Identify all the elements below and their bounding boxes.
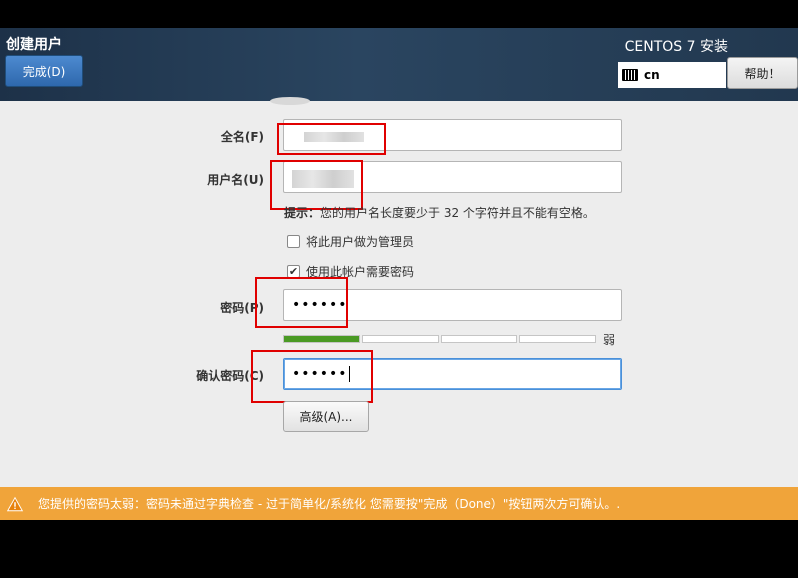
admin-checkbox-row[interactable]: 将此用户做为管理员 (287, 233, 414, 250)
confirm-password-label: 确认密码(C) (196, 369, 264, 383)
admin-checkbox[interactable] (287, 235, 300, 248)
page-title: 创建用户 (6, 37, 62, 53)
strength-segment (440, 335, 518, 343)
strength-label: 弱 (603, 333, 616, 347)
admin-checkbox-label: 将此用户做为管理员 (306, 235, 415, 249)
done-button[interactable]: 完成(D) (5, 55, 83, 87)
text-cursor (348, 366, 350, 382)
username-label: 用户名(U) (207, 173, 264, 187)
password-label: 密码(P) (220, 301, 264, 315)
avatar (270, 97, 310, 105)
username-field[interactable] (283, 161, 622, 193)
fullname-label: 全名(F) (220, 130, 264, 144)
strength-segment (361, 335, 439, 343)
advanced-button[interactable]: 高级(A)... (283, 401, 369, 432)
keyboard-layout-indicator[interactable]: cn (618, 62, 726, 88)
hint-text: 您的用户名长度要少于 32 个字符并且不能有空格。 (320, 206, 595, 220)
password-field[interactable]: •••••• (283, 289, 622, 321)
product-title: CENTOS 7 安装 (624, 39, 728, 55)
hint-prefix: 提示： (284, 206, 321, 220)
warning-bar: 您提供的密码太弱：密码未通过字典检查 - 过于简单化/系统化 您需要按"完成（D… (0, 487, 798, 520)
require-password-checkbox[interactable]: ✔ (287, 265, 300, 278)
redacted-text (292, 170, 354, 188)
header-bar: 创建用户 完成(D) CENTOS 7 安装 cn 帮助！ (0, 28, 798, 101)
username-hint: 提示：您的用户名长度要少于 32 个字符并且不能有空格。 (284, 204, 595, 221)
keyboard-icon (622, 69, 638, 81)
require-password-checkbox-row[interactable]: ✔ 使用此帐户需要密码 (287, 263, 414, 280)
password-strength-meter (283, 335, 596, 343)
strength-segment (283, 335, 360, 343)
confirm-password-field[interactable]: •••••• (283, 358, 622, 390)
strength-fill (284, 336, 359, 342)
help-button[interactable]: 帮助！ (727, 57, 798, 89)
main-content: 全名(F) 用户名(U) 提示：您的用户名长度要少于 32 个字符并且不能有空格… (0, 97, 798, 487)
warning-icon (6, 496, 24, 511)
fullname-field[interactable] (283, 119, 622, 151)
confirm-password-value: •••••• (292, 366, 348, 382)
strength-segment (519, 335, 596, 343)
redacted-text (304, 132, 364, 142)
warning-text: 您提供的密码太弱：密码未通过字典检查 - 过于简单化/系统化 您需要按"完成（D… (38, 497, 621, 511)
require-password-label: 使用此帐户需要密码 (306, 265, 415, 279)
top-black-bar (0, 0, 798, 28)
keyboard-layout-label: cn (644, 68, 660, 82)
